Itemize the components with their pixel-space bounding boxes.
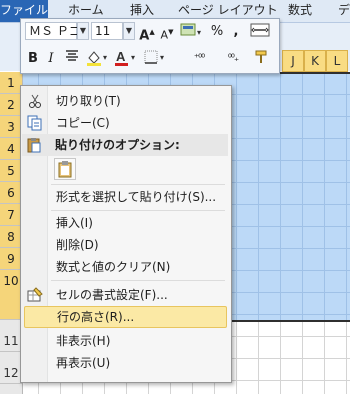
menu-item-label: 挿入(I) (56, 216, 93, 230)
font-size-box[interactable]: 11 (91, 22, 123, 40)
font-name-dropdown[interactable]: ▼ (77, 22, 89, 40)
menu-item-label: セルの書式設定(F)... (56, 288, 168, 302)
format-cells-icon (27, 287, 43, 303)
bold-icon[interactable]: B (25, 49, 41, 69)
column-header-l[interactable]: L (326, 50, 348, 72)
format-painter-icon[interactable] (251, 49, 273, 69)
menu-item-hide[interactable]: 非表示(H) (23, 330, 227, 352)
paste-icon (26, 137, 42, 153)
svg-text:A: A (116, 49, 126, 64)
menu-item-label: 切り取り(T) (56, 94, 121, 108)
menu-item-label: 非表示(H) (56, 334, 111, 348)
menu-item-label: 行の高さ(R)... (57, 310, 135, 324)
paste-options-header: 貼り付けのオプション: (22, 134, 228, 156)
svg-text:▾: ▾ (160, 53, 164, 62)
row-header-4[interactable]: 4 (0, 138, 22, 160)
row-header-10[interactable]: 10 (0, 270, 22, 320)
fill-color-icon[interactable]: ▾ (85, 49, 111, 69)
menu-separator (51, 280, 225, 281)
column-header-k[interactable]: K (304, 50, 326, 72)
increase-decimal-icon[interactable]: ⁺⁰⁰ (181, 49, 217, 69)
menu-separator (51, 184, 225, 185)
font-size-dropdown[interactable]: ▼ (123, 22, 135, 40)
row-header-8[interactable]: 8 (0, 226, 22, 248)
svg-text:▾: ▾ (103, 53, 107, 62)
menu-separator (51, 210, 225, 211)
align-center-icon[interactable] (63, 49, 81, 69)
copy-icon (27, 115, 43, 131)
row-header-12[interactable]: 12 (0, 362, 22, 384)
mini-toolbar-row-1: ＭＳ Ｐゴ ▼ 11 ▼ A▲ A▼ ▾ % , (21, 19, 279, 45)
font-color-icon[interactable]: A ▾ (113, 49, 139, 69)
menu-item-label: 形式を選択して貼り付け(S)... (56, 190, 217, 204)
svg-text:▾: ▾ (131, 53, 135, 62)
percent-style-icon[interactable]: % (209, 22, 225, 42)
borders-icon[interactable]: ▾ (143, 49, 169, 69)
row-header-3[interactable]: 3 (0, 116, 22, 138)
menu-item-label: コピー(C) (56, 116, 110, 130)
menu-item-copy[interactable]: コピー(C) (23, 112, 227, 134)
menu-item-label: 再表示(U) (56, 356, 111, 370)
menu-item-unhide[interactable]: 再表示(U) (23, 352, 227, 374)
row-header-6[interactable]: 6 (0, 182, 22, 204)
clipboard-icon (58, 161, 72, 178)
menu-item-cut[interactable]: 切り取り(T) (23, 90, 227, 112)
mini-toolbar-row-2: B I ▾ A ▾ ▾ ⁺⁰⁰ ⁰⁰₊ (21, 46, 279, 72)
column-header-j[interactable]: J (282, 50, 304, 72)
menu-item-label: 削除(D) (56, 238, 99, 252)
menu-header-label: 貼り付けのオプション: (55, 138, 180, 152)
shrink-font-icon[interactable]: A▼ (158, 22, 176, 42)
font-name-box[interactable]: ＭＳ Ｐゴ (25, 22, 81, 40)
menu-item-row-height[interactable]: 行の高さ(R)... (24, 306, 227, 328)
menu-item-insert[interactable]: 挿入(I) (23, 212, 227, 234)
menu-item-clear-contents[interactable]: 数式と値のクリア(N) (23, 256, 227, 278)
comma-style-icon[interactable]: , (229, 22, 243, 42)
decrease-decimal-icon[interactable]: ⁰⁰₊ (217, 49, 249, 69)
row-header-5[interactable]: 5 (0, 160, 22, 182)
menu-item-paste-special[interactable]: 形式を選択して貼り付け(S)... (23, 186, 227, 208)
svg-text:▾: ▾ (197, 28, 201, 37)
mini-toolbar: ＭＳ Ｐゴ ▼ 11 ▼ A▲ A▼ ▾ % , B I ▾ A ▾ ▾ ⁺⁰⁰ … (20, 18, 280, 74)
italic-icon[interactable]: I (43, 49, 59, 69)
grow-font-icon[interactable]: A▲ (138, 22, 156, 43)
row-header-1[interactable]: 1 (0, 72, 22, 94)
context-menu: 切り取り(T) コピー(C) 貼り付けのオプション: 形式を選択して貼り付け(S… (20, 85, 232, 383)
scissors-icon (27, 93, 43, 109)
merge-cells-icon[interactable] (249, 22, 271, 42)
menu-item-label: 数式と値のクリア(N) (56, 260, 171, 274)
row-header-2[interactable]: 2 (0, 94, 22, 116)
number-format-icon[interactable]: ▾ (179, 22, 205, 42)
menu-item-delete[interactable]: 削除(D) (23, 234, 227, 256)
row-header-7[interactable]: 7 (0, 204, 22, 226)
menu-item-format-cells[interactable]: セルの書式設定(F)... (23, 284, 227, 306)
row-header-11[interactable]: 11 (0, 330, 22, 352)
tab-data[interactable]: デ (338, 0, 350, 22)
paste-option-button[interactable] (54, 158, 76, 180)
tab-formulas[interactable]: 数式 (288, 0, 312, 22)
row-header-9[interactable]: 9 (0, 248, 22, 270)
